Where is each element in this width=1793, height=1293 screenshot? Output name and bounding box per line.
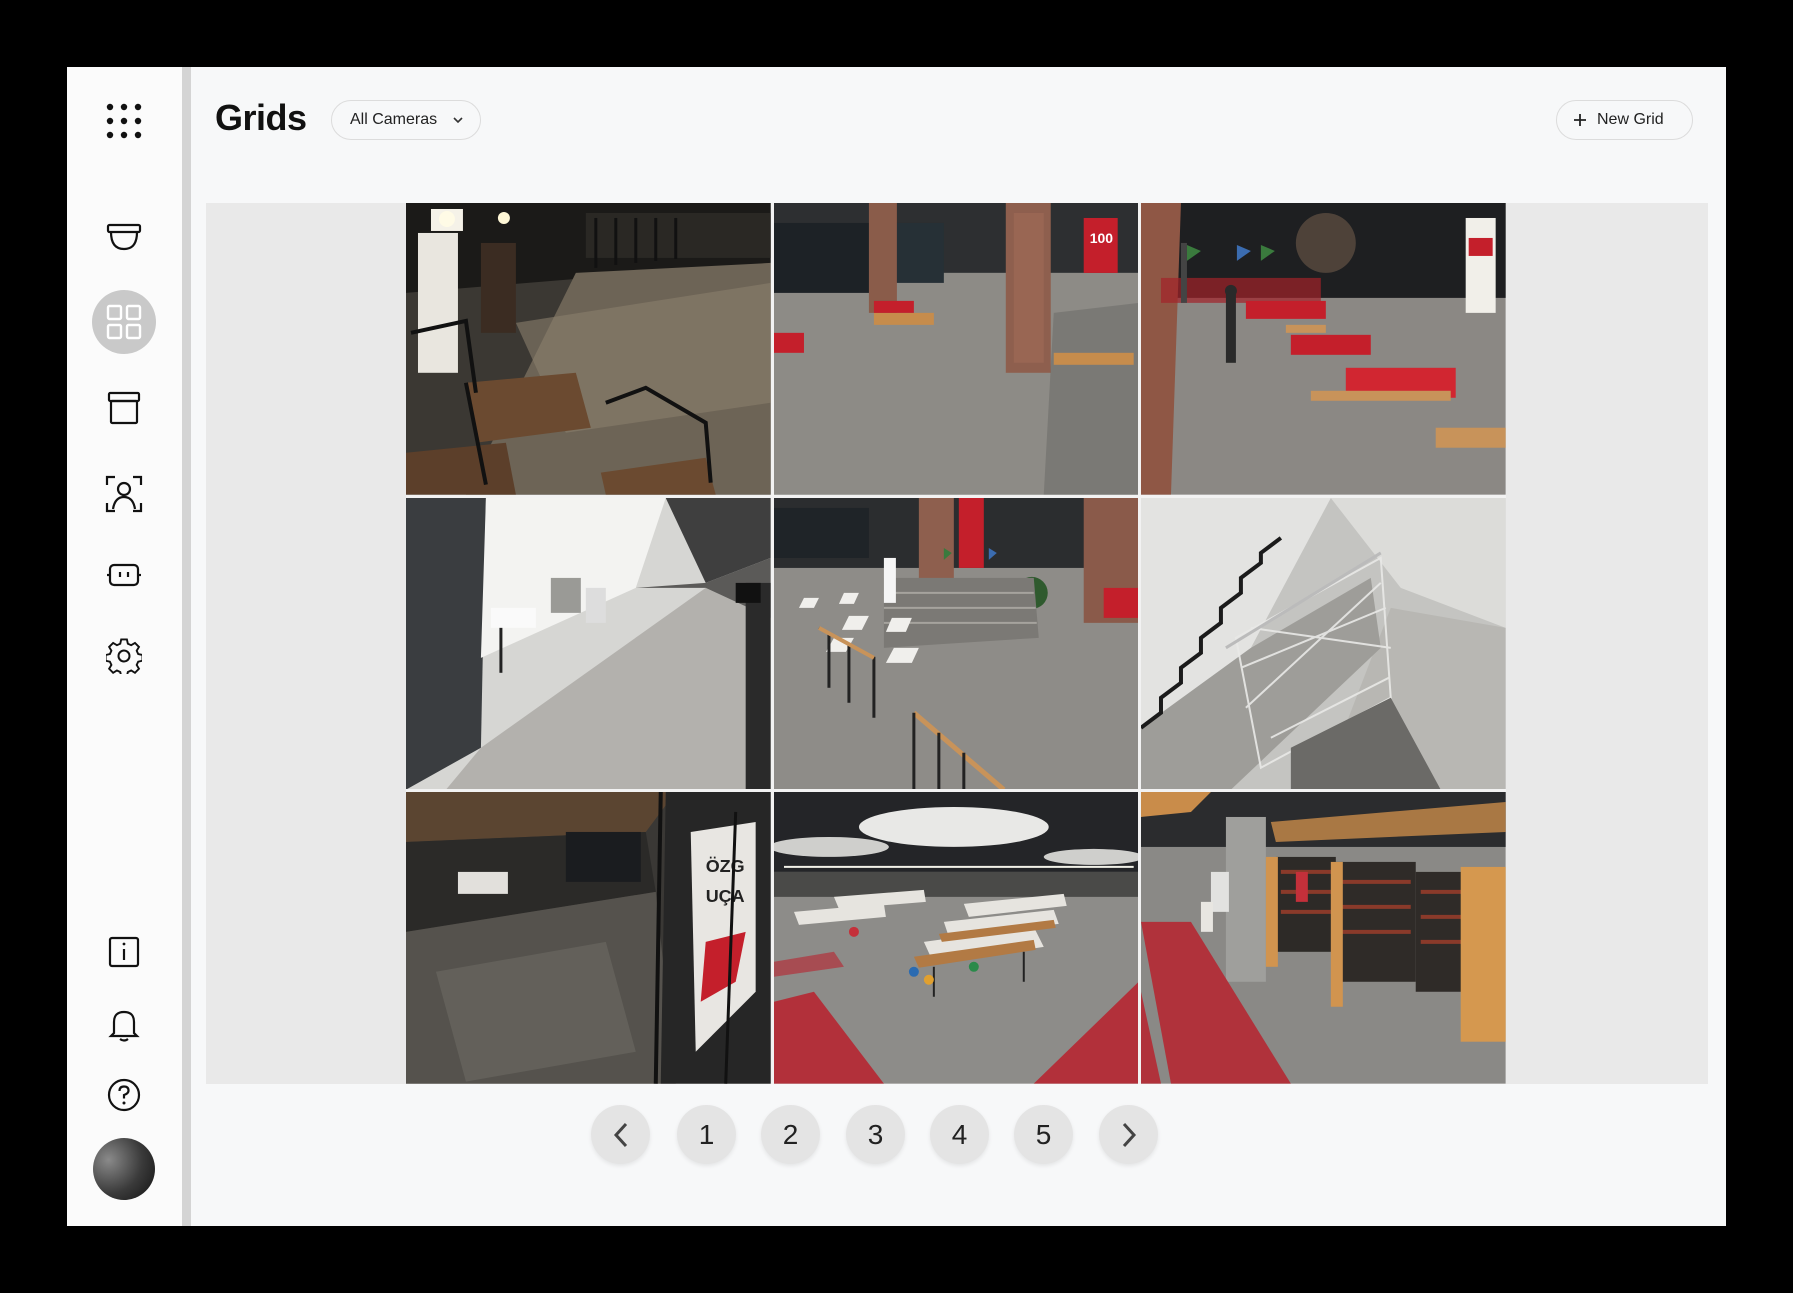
sidebar-divider [182, 67, 191, 1226]
bell-icon[interactable] [92, 993, 156, 1057]
camera-feed-7[interactable]: ÖZG UÇA [406, 792, 771, 1084]
pagination: 1 2 3 4 5 [67, 1105, 1726, 1165]
camera-filter-dropdown[interactable]: All Cameras [331, 100, 481, 140]
chevron-down-icon [453, 117, 463, 124]
camera-feed-3[interactable] [1141, 203, 1506, 495]
camera-feed-6[interactable] [1141, 497, 1506, 790]
plus-icon [1573, 113, 1587, 127]
camera-feed-2[interactable]: 100 [773, 203, 1139, 495]
app-window: Grids All Cameras New Grid 100 ÖZG UÇA 1… [67, 67, 1726, 1226]
sidebar [67, 67, 182, 1226]
chevron-right-icon [1122, 1122, 1136, 1147]
page-button-1[interactable]: 1 [677, 1105, 736, 1164]
camera-filter-label: All Cameras [350, 111, 438, 128]
page-button-4[interactable]: 4 [930, 1105, 989, 1164]
page-button-3[interactable]: 3 [846, 1105, 905, 1164]
device-icon[interactable] [92, 543, 156, 607]
camera-feed-9[interactable] [1141, 792, 1506, 1084]
chevron-left-icon [613, 1122, 627, 1147]
camera-grid: 100 ÖZG UÇA [406, 203, 1506, 1084]
grid-icon[interactable] [92, 290, 156, 354]
next-page-button[interactable] [1099, 1105, 1158, 1164]
face-detect-icon[interactable] [92, 462, 156, 526]
prev-page-button[interactable] [591, 1105, 650, 1164]
archive-box-icon[interactable] [92, 376, 156, 440]
svg-text:100: 100 [1089, 230, 1113, 246]
apps-icon[interactable] [92, 89, 156, 153]
info-icon[interactable] [92, 920, 156, 984]
camera-grid-stage: 100 ÖZG UÇA [206, 203, 1708, 1084]
camera-feed-8[interactable] [773, 792, 1139, 1084]
camera-feed-5[interactable] [773, 497, 1139, 790]
page-title: Grids [215, 97, 307, 138]
svg-text:ÖZG: ÖZG [706, 856, 745, 876]
camera-dome-icon[interactable] [92, 205, 156, 269]
new-grid-label: New Grid [1597, 111, 1664, 128]
gear-icon[interactable] [92, 624, 156, 688]
camera-feed-4[interactable] [406, 497, 771, 790]
camera-feed-1[interactable] [406, 203, 771, 495]
new-grid-button[interactable]: New Grid [1556, 100, 1693, 140]
svg-text:UÇA: UÇA [706, 886, 745, 906]
page-button-2[interactable]: 2 [761, 1105, 820, 1164]
page-button-5[interactable]: 5 [1014, 1105, 1073, 1164]
